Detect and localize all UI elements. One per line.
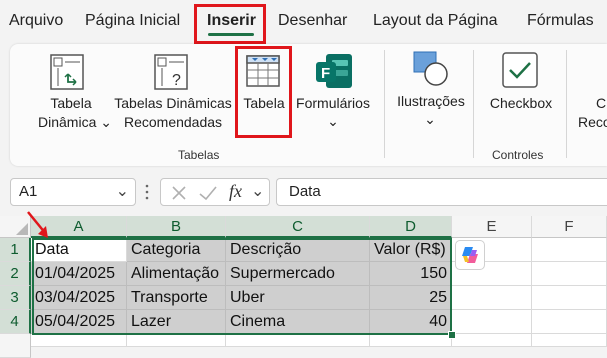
confirm-check-icon[interactable] — [197, 183, 219, 203]
cell-c1[interactable]: Descrição — [226, 238, 370, 262]
checkbox-icon — [502, 52, 538, 88]
tab-desenhar[interactable]: Desenhar — [278, 12, 347, 30]
cell-d3[interactable]: 25 — [370, 286, 452, 310]
checkbox-label: Checkbox — [489, 95, 553, 111]
cell-d4[interactable]: 40 — [370, 310, 452, 334]
tab-pagina-inicial[interactable]: Página Inicial — [85, 12, 180, 30]
ribbon-separator — [384, 50, 385, 158]
cell-e3[interactable] — [452, 286, 532, 310]
pivot-table-icon — [50, 54, 84, 90]
cell-e4[interactable] — [452, 310, 532, 334]
formula-controls: fx ⌄ — [160, 178, 270, 206]
formula-input[interactable]: Data — [276, 178, 607, 206]
forms-label: Formulários — [296, 95, 370, 111]
checkbox-button[interactable] — [500, 50, 542, 92]
highlight-box-inserir — [194, 4, 266, 44]
recommended-pivot-label: Tabelas Dinâmicas Recomendadas — [110, 94, 236, 132]
cell-d2[interactable]: 150 — [370, 262, 452, 286]
cell-f1[interactable] — [532, 238, 607, 262]
svg-text:?: ? — [172, 72, 181, 89]
formula-bar-grip-icon[interactable] — [145, 184, 149, 200]
cell-d5[interactable] — [370, 334, 452, 347]
highlight-box-tabela — [235, 46, 292, 138]
recommended-pivot-label-line1: Tabelas Dinâmicas — [114, 95, 232, 111]
ribbon-separator-3 — [566, 50, 567, 158]
cell-e5[interactable] — [452, 334, 532, 347]
cell-b4[interactable]: Lazer — [127, 310, 226, 334]
cell-f5[interactable] — [532, 334, 607, 347]
forms-button[interactable]: F — [312, 52, 356, 92]
copilot-button[interactable] — [455, 240, 485, 270]
cell-c5[interactable] — [226, 334, 370, 347]
pivot-table-label-line1: Tabela — [50, 95, 92, 111]
cell-f3[interactable] — [532, 286, 607, 310]
cell-d1[interactable]: Valor (R$) — [370, 238, 452, 262]
formula-input-value: Data — [289, 183, 321, 200]
name-box[interactable]: A1 ⌄ — [10, 178, 136, 206]
cell-b3[interactable]: Transporte — [127, 286, 226, 310]
pivot-table-label: Tabela Dinâmica ⌄ — [38, 94, 112, 132]
name-box-value: A1 — [19, 183, 38, 200]
cutoff-label-line2: Reco — [578, 114, 607, 130]
ribbon-separator-2 — [473, 50, 474, 158]
cell-b1[interactable]: Categoria — [127, 238, 226, 262]
cell-c2[interactable]: Supermercado — [226, 262, 370, 286]
cell-a5[interactable] — [31, 334, 127, 347]
annotation-arrow-icon — [27, 211, 48, 238]
tab-arquivo[interactable]: Arquivo — [9, 12, 63, 30]
illustrations-icon — [413, 51, 448, 86]
grip-dots-icon — [145, 184, 149, 200]
insert-function-fx-icon[interactable]: fx — [229, 181, 242, 202]
illustrations-label: Ilustrações — [397, 93, 465, 109]
cell-b5[interactable] — [127, 334, 226, 347]
column-header-f[interactable]: F — [532, 216, 607, 238]
tab-layout-da-pagina[interactable]: Layout da Página — [373, 12, 498, 30]
cutoff-label-line1: C — [596, 95, 607, 111]
fx-chevron-icon[interactable]: ⌄ — [251, 181, 264, 201]
illustrations-button[interactable] — [408, 48, 452, 88]
cell-f2[interactable] — [532, 262, 607, 286]
cell-f4[interactable] — [532, 310, 607, 334]
row-header-2[interactable]: 2 — [0, 262, 31, 286]
forms-chevron-icon[interactable]: ⌄ — [323, 112, 343, 131]
name-box-chevron-icon[interactable]: ⌄ — [116, 181, 129, 201]
cell-a4[interactable]: 05/04/2025 — [31, 310, 127, 334]
cell-c4[interactable]: Cinema — [226, 310, 370, 334]
recommended-pivot-icon: ? — [154, 54, 188, 90]
copilot-icon — [462, 247, 478, 263]
group-label-tabelas: Tabelas — [178, 148, 220, 162]
cell-b2[interactable]: Alimentação — [127, 262, 226, 286]
column-header-c[interactable]: C — [226, 216, 370, 238]
forms-icon: F — [316, 54, 352, 88]
svg-text:F: F — [321, 65, 330, 82]
column-header-b[interactable]: B — [127, 216, 226, 238]
pivot-table-label-line2: Dinâmica ⌄ — [38, 114, 112, 130]
cell-c3[interactable]: Uber — [226, 286, 370, 310]
column-header-e[interactable]: E — [452, 216, 532, 238]
cell-a3[interactable]: 03/04/2025 — [31, 286, 127, 310]
fill-handle[interactable] — [448, 331, 456, 339]
row-header-5[interactable] — [0, 334, 31, 358]
illustrations-chevron-icon[interactable]: ⌄ — [420, 110, 440, 129]
tab-formulas[interactable]: Fórmulas — [527, 12, 594, 30]
menu-bar: Arquivo Página Inicial Inserir Desenhar … — [0, 0, 607, 44]
cell-a2[interactable]: 01/04/2025 — [31, 262, 127, 286]
recommended-pivot-label-line2: Recomendadas — [123, 114, 223, 130]
group-label-controles: Controles — [492, 148, 544, 162]
row-header-3[interactable]: 3 — [0, 286, 31, 310]
cancel-x-icon[interactable] — [169, 183, 189, 203]
row-header-4[interactable]: 4 — [0, 310, 31, 334]
recommended-pivot-button[interactable]: ? — [150, 50, 194, 94]
column-header-d[interactable]: D — [370, 216, 452, 238]
